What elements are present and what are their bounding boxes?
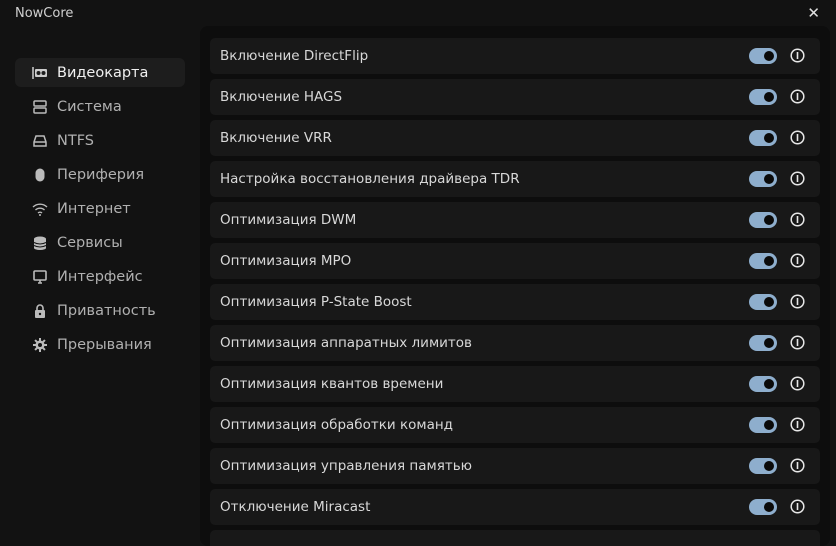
setting-row: Включение DirectFlip [210,38,820,74]
setting-toggle[interactable] [749,417,777,433]
setting-row: Включение HAGS [210,79,820,115]
setting-toggle[interactable] [749,294,777,310]
mouse-icon [32,167,48,183]
setting-toggle[interactable] [749,130,777,146]
sidebar-item-0[interactable]: Видеокарта [15,58,185,87]
wifi-icon [32,201,48,217]
setting-row: Оптимизация аппаратных лимитов [210,325,820,361]
setting-toggle[interactable] [749,253,777,269]
setting-toggle[interactable] [749,171,777,187]
sidebar-item-5[interactable]: Сервисы [15,228,185,257]
setting-row-partial [210,530,820,546]
setting-row: Оптимизация обработки команд [210,407,820,443]
monitor-icon [32,269,48,285]
info-icon[interactable] [790,253,805,268]
setting-toggle[interactable] [749,89,777,105]
sidebar-item-1[interactable]: Система [15,92,185,121]
info-icon[interactable] [790,335,805,350]
sidebar-item-6[interactable]: Интерфейс [15,262,185,291]
info-icon[interactable] [790,376,805,391]
app-title: NowCore [15,6,74,21]
setting-label: Оптимизация MPO [220,253,352,269]
setting-row: Оптимизация MPO [210,243,820,279]
setting-label: Оптимизация обработки команд [220,417,454,433]
info-icon[interactable] [790,458,805,473]
setting-label: Включение VRR [220,130,332,146]
sidebar-item-label: Видеокарта [57,64,149,81]
sidebar-item-8[interactable]: Прерывания [15,330,185,359]
setting-row: Оптимизация P-State Boost [210,284,820,320]
info-icon[interactable] [790,294,805,309]
sidebar-item-label: Интернет [57,200,131,217]
sidebar-item-3[interactable]: Периферия [15,160,185,189]
setting-label: Оптимизация квантов времени [220,376,444,392]
setting-label: Оптимизация управления памятью [220,458,473,474]
info-icon[interactable] [790,130,805,145]
sidebar-item-7[interactable]: Приватность [15,296,185,325]
setting-row: Настройка восстановления драйвера TDR [210,161,820,197]
sidebar-item-label: Периферия [57,166,145,183]
setting-label: Включение DirectFlip [220,48,369,64]
setting-toggle[interactable] [749,499,777,515]
hard-drive-icon [32,133,48,149]
sidebar-item-label: Приватность [57,302,156,319]
server-icon [32,99,48,115]
info-icon[interactable] [790,171,805,186]
setting-label: Оптимизация P-State Boost [220,294,412,310]
sidebar-item-2[interactable]: NTFS [15,126,185,155]
info-icon[interactable] [790,48,805,63]
sidebar-item-label: Прерывания [57,336,152,353]
sidebar-item-label: Сервисы [57,234,123,251]
lock-icon [32,303,48,319]
setting-row: Оптимизация квантов времени [210,366,820,402]
info-icon[interactable] [790,212,805,227]
setting-row: Оптимизация управления памятью [210,448,820,484]
sidebar-item-label: Интерфейс [57,268,143,285]
setting-toggle[interactable] [749,458,777,474]
gpu-icon [32,65,48,81]
gear-icon [32,337,48,353]
close-button[interactable]: ✕ [807,4,820,22]
sidebar-item-4[interactable]: Интернет [15,194,185,223]
setting-label: Оптимизация аппаратных лимитов [220,335,472,351]
setting-row: Включение VRR [210,120,820,156]
database-icon [32,235,48,251]
sidebar: Видеокарта Система NTFS Периферия Интернет Се… [15,58,185,364]
setting-row: Оптимизация DWM [210,202,820,238]
info-icon[interactable] [790,499,805,514]
setting-toggle[interactable] [749,212,777,228]
setting-label: Настройка восстановления драйвера TDR [220,171,520,187]
setting-label: Оптимизация DWM [220,212,357,228]
setting-toggle[interactable] [749,335,777,351]
setting-toggle[interactable] [749,48,777,64]
setting-label: Включение HAGS [220,89,343,105]
setting-row: Отключение Miracast [210,489,820,525]
setting-label: Отключение Miracast [220,499,371,515]
info-icon[interactable] [790,417,805,432]
sidebar-item-label: NTFS [57,132,94,149]
sidebar-item-label: Система [57,98,122,115]
settings-panel[interactable]: Включение DirectFlip Включение HAGS Вклю… [200,26,830,546]
info-icon[interactable] [790,89,805,104]
setting-toggle[interactable] [749,376,777,392]
